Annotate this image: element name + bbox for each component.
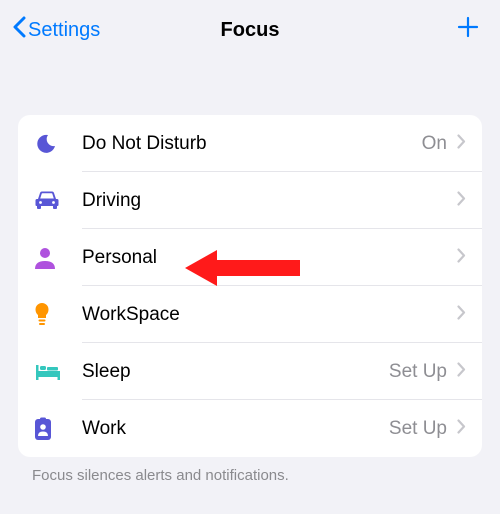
row-status: On xyxy=(422,133,447,155)
row-workspace[interactable]: WorkSpace xyxy=(18,286,482,343)
chevron-right-icon xyxy=(457,419,466,439)
chevron-right-icon xyxy=(457,248,466,268)
chevron-right-icon xyxy=(457,191,466,211)
person-icon xyxy=(34,246,82,270)
row-personal[interactable]: Personal xyxy=(18,229,482,286)
chevron-right-icon xyxy=(457,362,466,382)
back-label: Settings xyxy=(28,19,100,42)
row-status: Set Up xyxy=(389,418,447,440)
chevron-right-icon xyxy=(457,134,466,154)
row-status: Set Up xyxy=(389,361,447,383)
row-label: Personal xyxy=(82,247,447,269)
focus-list: Do Not Disturb On Driving Personal W xyxy=(18,115,482,457)
plus-icon xyxy=(456,15,480,39)
row-label: WorkSpace xyxy=(82,304,447,326)
row-label: Work xyxy=(82,418,389,440)
row-label: Driving xyxy=(82,190,447,212)
badge-icon xyxy=(34,417,82,441)
chevron-right-icon xyxy=(457,305,466,325)
moon-icon xyxy=(34,132,82,156)
add-button[interactable] xyxy=(448,13,488,47)
back-button[interactable]: Settings xyxy=(12,16,100,44)
row-driving[interactable]: Driving xyxy=(18,172,482,229)
row-do-not-disturb[interactable]: Do Not Disturb On xyxy=(18,115,482,172)
row-label: Do Not Disturb xyxy=(82,133,422,155)
chevron-left-icon xyxy=(12,16,26,44)
page-title: Focus xyxy=(221,19,280,42)
row-work[interactable]: Work Set Up xyxy=(18,400,482,457)
row-sleep[interactable]: Sleep Set Up xyxy=(18,343,482,400)
footer-caption: Focus silences alerts and notifications. xyxy=(32,467,468,484)
lightbulb-icon xyxy=(34,302,82,328)
row-label: Sleep xyxy=(82,361,389,383)
bed-icon xyxy=(34,362,82,382)
car-icon xyxy=(34,190,82,212)
